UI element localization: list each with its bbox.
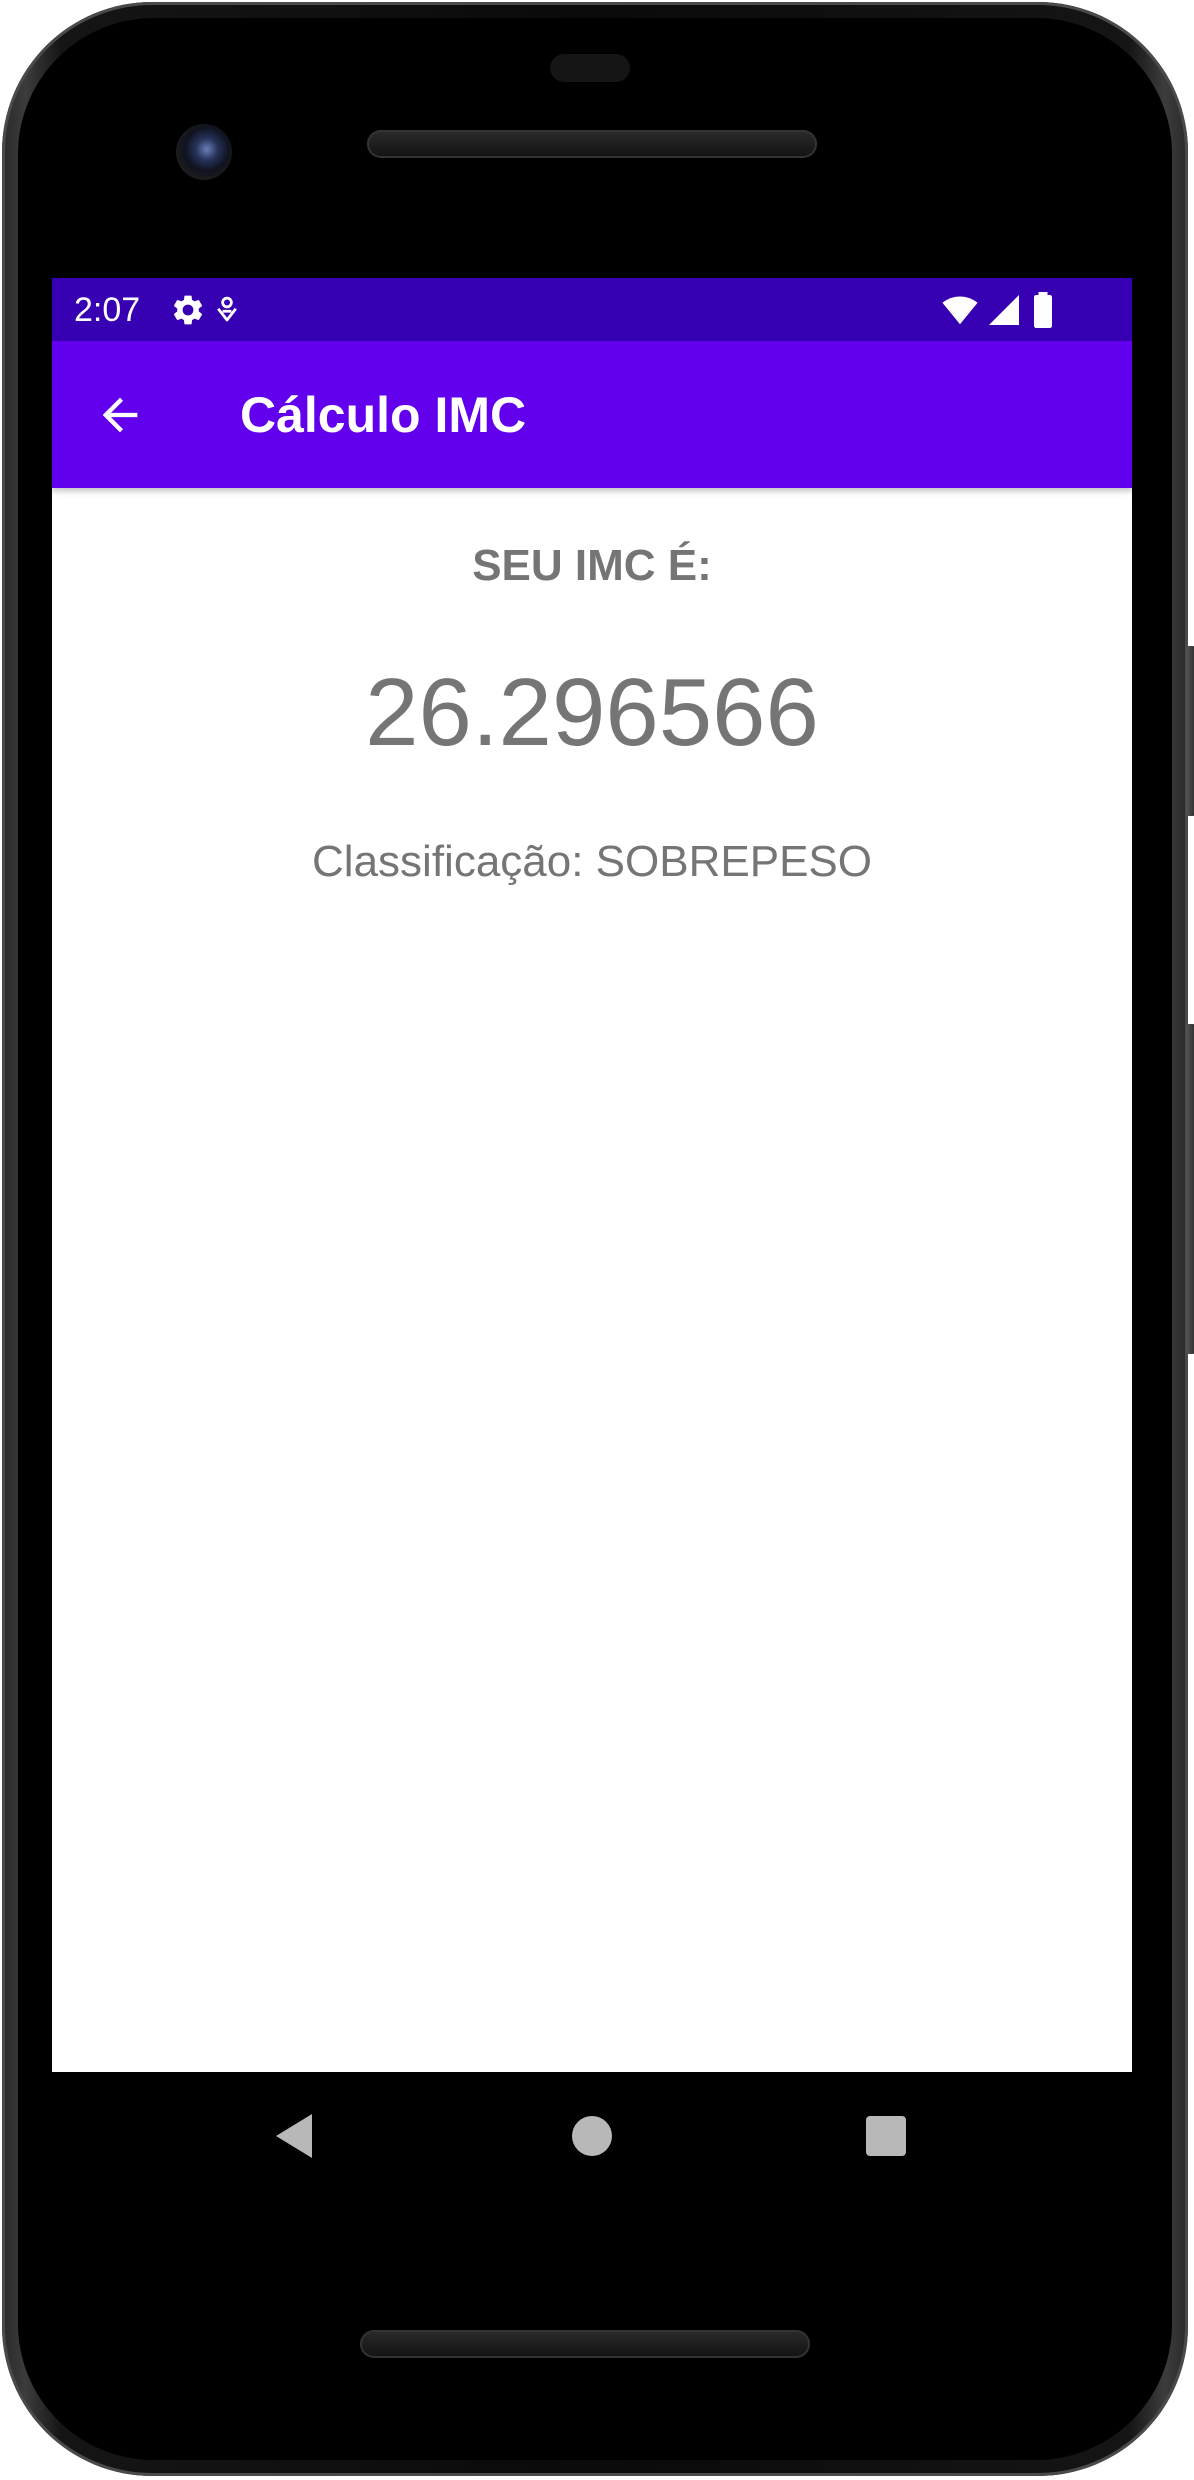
nav-recents-button[interactable] — [852, 2102, 920, 2170]
signal-icon — [989, 295, 1019, 325]
nav-home-button[interactable] — [558, 2102, 626, 2170]
front-camera — [176, 124, 232, 180]
status-bar: 2:07 — [52, 278, 1132, 341]
bottom-speaker — [360, 2330, 810, 2358]
imc-value: 26.296566 — [365, 659, 819, 766]
imc-classification: Classificação: SOBREPESO — [312, 837, 872, 886]
back-button[interactable] — [86, 381, 154, 449]
home-circle-icon — [572, 2116, 612, 2156]
app-title: Cálculo IMC — [240, 387, 527, 443]
recents-square-icon — [866, 2116, 906, 2156]
arrow-back-icon — [102, 397, 138, 433]
navigation-bar — [52, 2072, 1132, 2200]
screen: 2:07 Cálculo IMC SEU IMC É: 26.296566 Cl… — [52, 278, 1132, 2072]
top-sensor-slot — [550, 54, 630, 82]
app-bar: Cálculo IMC — [52, 341, 1132, 488]
volume-button — [1186, 1024, 1194, 1354]
wifi-icon — [942, 296, 978, 325]
battery-icon — [1034, 292, 1052, 328]
power-button — [1186, 646, 1194, 816]
back-triangle-icon — [276, 2114, 312, 2158]
nav-back-button[interactable] — [260, 2102, 328, 2170]
notification-icon — [217, 296, 237, 322]
settings-icon — [173, 295, 203, 325]
earpiece-speaker — [367, 130, 817, 158]
status-time: 2:07 — [74, 291, 141, 329]
imc-label: SEU IMC É: — [472, 541, 712, 590]
